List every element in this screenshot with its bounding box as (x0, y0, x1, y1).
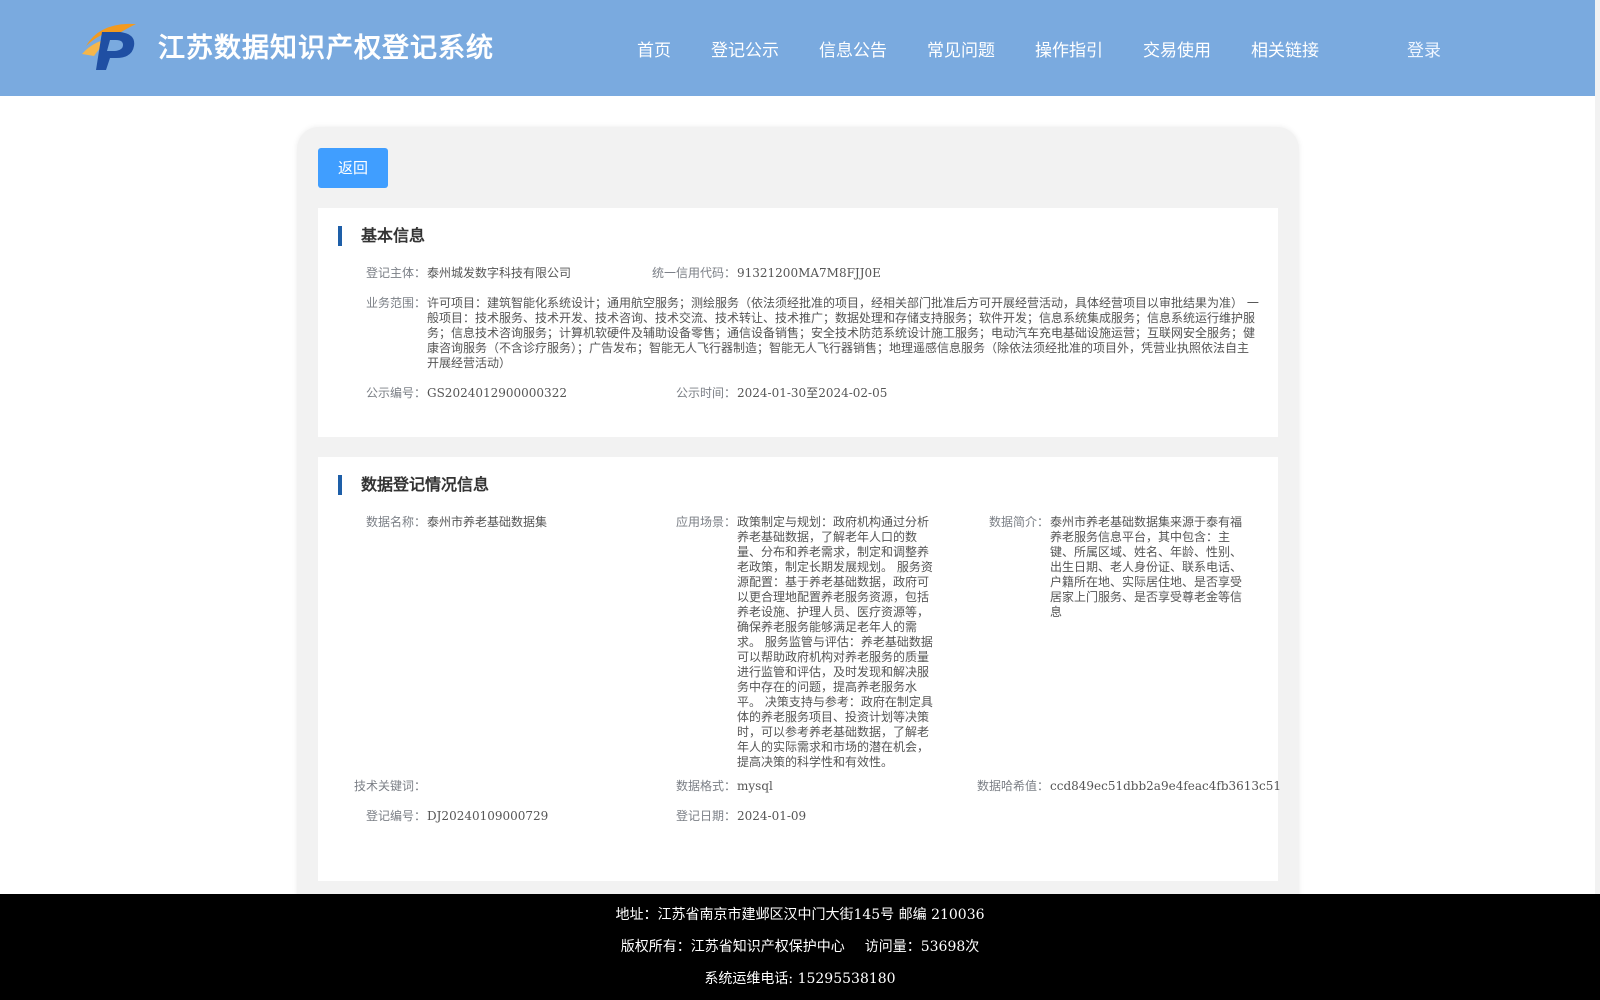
nav-item-faq[interactable]: 常见问题 (927, 36, 995, 61)
scope-label: 业务范围： (365, 296, 426, 310)
subject-value: 泰州城发数字科技有限公司 (427, 266, 572, 280)
basic-info-title: 基本信息 (338, 226, 425, 246)
data-name-label: 数据名称： (365, 515, 426, 529)
credit-code-label: 统一信用代码： (651, 266, 736, 280)
vertical-scrollbar[interactable] (1595, 0, 1600, 1000)
login-link[interactable]: 登录 (1407, 36, 1441, 61)
nav-item-guide[interactable]: 操作指引 (1035, 36, 1103, 61)
nav-item-info-announcement[interactable]: 信息公告 (819, 36, 887, 61)
nav-item-home[interactable]: 首页 (637, 36, 671, 61)
registration-no-value: DJ20240109000729 (427, 809, 549, 823)
footer-copyright-line: 版权所有：江苏省知识产权保护中心 访问量：53698次 (0, 936, 1600, 956)
data-format-label: 数据格式： (675, 779, 736, 793)
data-hash-label: 数据哈希值： (976, 779, 1049, 793)
tech-keyword-label: 技术关键词： (353, 779, 426, 793)
registration-date-value: 2024-01-09 (737, 809, 807, 823)
footer-phone: 系统运维电话: 15295538180 (704, 971, 896, 987)
subject-label: 登记主体： (365, 266, 426, 280)
registration-date-label: 登记日期： (675, 809, 736, 823)
nav-item-related-links[interactable]: 相关链接 (1251, 36, 1319, 61)
credit-code-value: 91321200MA7M8FJJ0E (737, 266, 881, 280)
basic-info-card: 基本信息 登记主体： 泰州城发数字科技有限公司 统一信用代码： 91321200… (318, 208, 1278, 437)
data-registration-title: 数据登记情况信息 (338, 475, 489, 495)
scope-value: 许可项目：建筑智能化系统设计；通用航空服务；测绘服务（依法须经批准的项目，经相关… (427, 296, 1259, 370)
publication-time-value: 2024-01-30至2024-02-05 (737, 386, 888, 400)
data-intro-value: 泰州市养老基础数据集来源于泰有福养老服务信息平台，其中包含：主键、所属区域、姓名… (1050, 515, 1243, 619)
main-nav: 首页 登记公示 信息公告 常见问题 操作指引 交易使用 相关链接 (0, 36, 1595, 61)
nav-item-registration-notice[interactable]: 登记公示 (711, 36, 779, 61)
header-bar: 江苏数据知识产权登记系统 首页 登记公示 信息公告 常见问题 操作指引 交易使用… (0, 0, 1595, 96)
data-hash-value: ccd849ec51dbb2a9e4feac4fb3613c51 (1050, 779, 1282, 793)
publication-no-label: 公示编号： (365, 386, 426, 400)
app-scene-label: 应用场景： (675, 515, 736, 529)
data-intro-label: 数据简介： (988, 515, 1049, 529)
publication-time-label: 公示时间： (675, 386, 736, 400)
data-registration-card: 数据登记情况信息 数据名称： 泰州市养老基础数据集 应用场景： 政策制定与规划：… (318, 457, 1282, 881)
back-button[interactable]: 返回 (318, 148, 388, 188)
footer-address: 地址：江苏省南京市建邺区汉中门大街145号 邮编 210036 (615, 907, 985, 923)
footer-copyright: 版权所有：江苏省知识产权保护中心 (620, 939, 845, 955)
data-format-value: mysql (737, 779, 773, 793)
footer-visits: 访问量：53698次 (864, 939, 980, 955)
data-name-value: 泰州市养老基础数据集 (427, 515, 548, 529)
nav-item-trade-use[interactable]: 交易使用 (1143, 36, 1211, 61)
app-scene-value: 政策制定与规划：政府机构通过分析养老基础数据，了解老年人口的数量、分布和养老需求… (737, 515, 933, 769)
site-footer: 地址：江苏省南京市建邺区汉中门大街145号 邮编 210036 版权所有：江苏省… (0, 894, 1600, 1000)
publication-no-value: GS2024012900000322 (427, 386, 567, 400)
registration-no-label: 登记编号： (365, 809, 426, 823)
